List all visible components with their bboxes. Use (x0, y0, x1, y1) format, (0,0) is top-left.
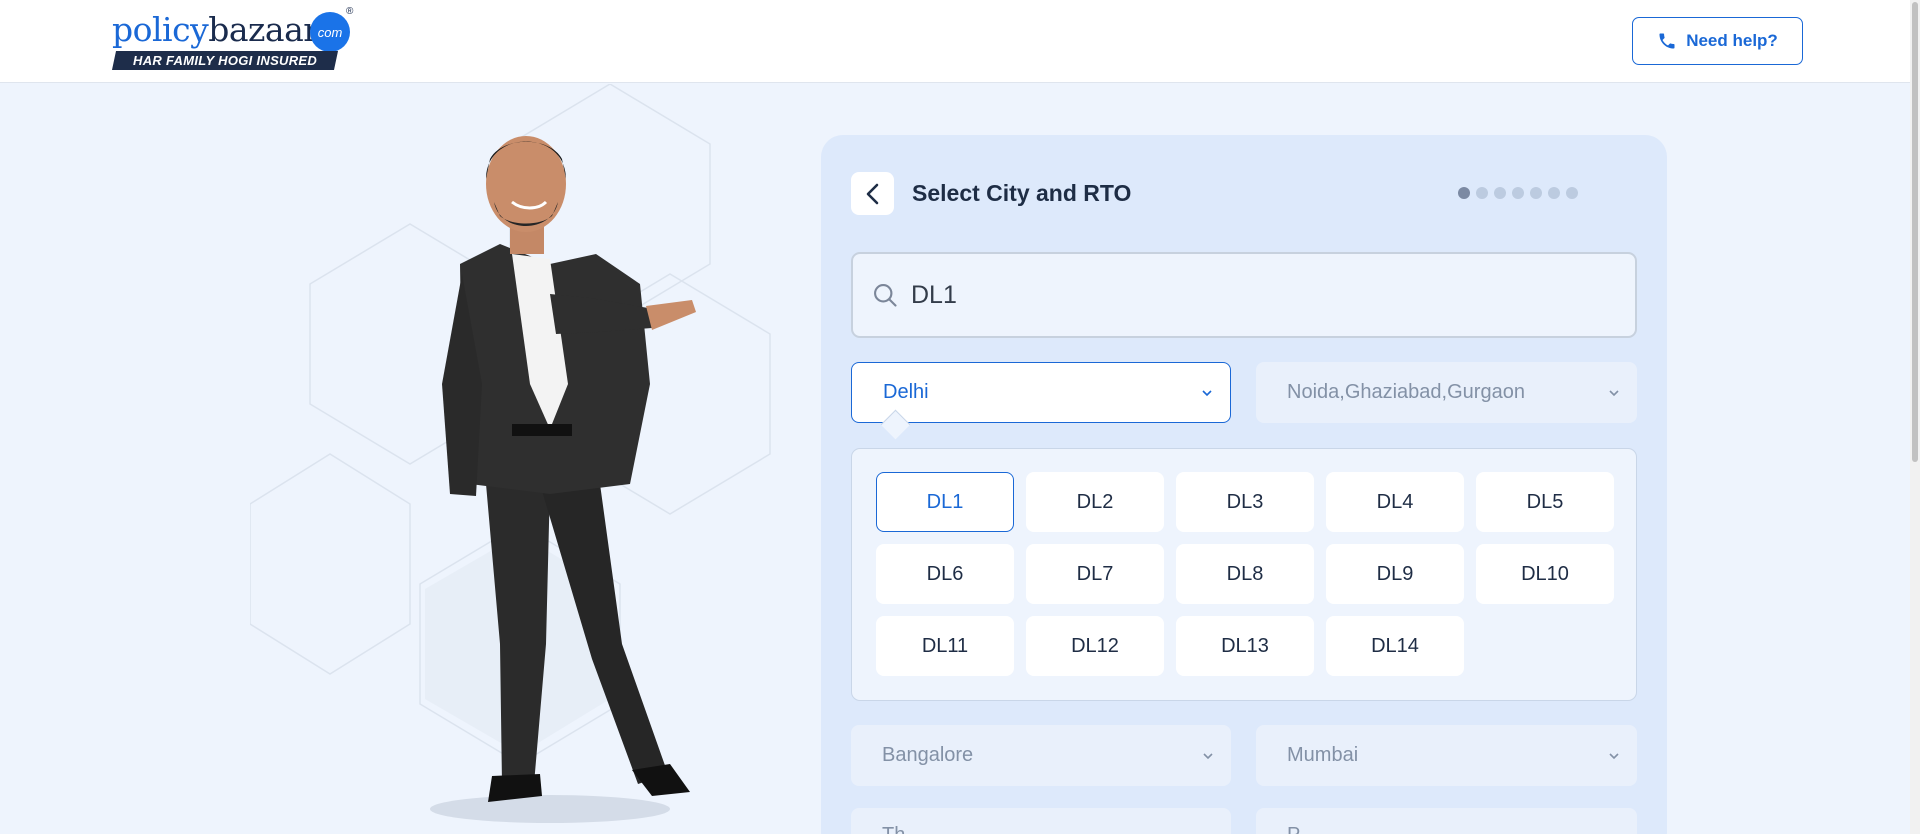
city-rto-card: Select City and RTO DL1 Delhi Noida,Ghaz… (821, 135, 1667, 834)
rto-option-dl9[interactable]: DL9 (1326, 544, 1464, 604)
need-help-label: Need help? (1686, 31, 1778, 50)
step-dot (1548, 187, 1560, 199)
city-dropdown-mumbai[interactable]: Mumbai (1256, 725, 1637, 786)
rto-option-dl1[interactable]: DL1 (876, 472, 1014, 532)
search-icon (874, 284, 897, 307)
city-label: Th... (882, 824, 922, 834)
step-dot (1512, 187, 1524, 199)
step-dot (1476, 187, 1488, 199)
need-help-button[interactable]: Need help? (1632, 17, 1803, 65)
logo-word-bazaar: bazaar (208, 10, 319, 49)
rto-option-dl3[interactable]: DL3 (1176, 472, 1314, 532)
search-value: DL1 (911, 280, 957, 309)
city-label: Delhi (883, 381, 929, 403)
logo-wordmark: policybazaar (112, 10, 319, 49)
scrollbar-thumb[interactable] (1912, 2, 1918, 462)
rto-option-dl11[interactable]: DL11 (876, 616, 1014, 676)
logo-word-policy: policy (112, 10, 209, 49)
step-dot (1494, 187, 1506, 199)
rto-option-dl7[interactable]: DL7 (1026, 544, 1164, 604)
hero-illustration (250, 84, 830, 834)
city-label: Mumbai (1287, 744, 1359, 766)
city-label: Noida,Ghaziabad,Gurgaon (1287, 381, 1525, 403)
rto-option-dl2[interactable]: DL2 (1026, 472, 1164, 532)
logo-tagline: HAR FAMILY HOGI INSURED (111, 51, 339, 70)
logo-tagline-text: HAR FAMILY HOGI INSURED (132, 53, 318, 68)
city-label: P... (1287, 824, 1314, 834)
city-dropdown-ncr[interactable]: Noida,Ghaziabad,Gurgaon (1256, 362, 1637, 423)
rto-option-dl5[interactable]: DL5 (1476, 472, 1614, 532)
step-dot (1566, 187, 1578, 199)
rto-option-dl14[interactable]: DL14 (1326, 616, 1464, 676)
step-dot (1458, 187, 1470, 199)
rto-option-dl10[interactable]: DL10 (1476, 544, 1614, 604)
rto-option-dl13[interactable]: DL13 (1176, 616, 1314, 676)
rto-option-dl12[interactable]: DL12 (1026, 616, 1164, 676)
spokesperson-illustration (250, 84, 771, 823)
city-dropdown-delhi[interactable]: Delhi (851, 362, 1231, 423)
page-title: Select City and RTO (912, 180, 1132, 206)
city-dropdown-partial-1[interactable]: Th... (851, 808, 1231, 834)
rto-option-dl6[interactable]: DL6 (876, 544, 1014, 604)
step-dot (1530, 187, 1542, 199)
chevron-down-icon (1609, 389, 1619, 396)
chevron-down-icon (1203, 752, 1213, 759)
step-progress (1458, 187, 1578, 199)
top-header: policybazaar com ® HAR FAMILY HOGI INSUR… (0, 0, 1920, 83)
phone-icon (1659, 33, 1675, 49)
city-dropdown-bangalore[interactable]: Bangalore (851, 725, 1231, 786)
chevron-down-icon (1609, 752, 1619, 759)
city-label: Bangalore (882, 744, 974, 766)
policybazaar-logo[interactable]: policybazaar com ® HAR FAMILY HOGI INSUR… (111, 6, 354, 73)
logo-com-badge: com (310, 12, 350, 52)
rto-search-input[interactable]: DL1 (851, 252, 1637, 338)
rto-grid: DL1 DL2 DL3 DL4 DL5 DL6 DL7 DL8 DL9 DL10 DL11 DL12 D… (876, 472, 1614, 676)
back-button[interactable] (851, 172, 894, 215)
rto-options-panel: DL1 DL2 DL3 DL4 DL5 DL6 DL7 DL8 DL9 DL10 DL11 DL12 D… (851, 448, 1637, 701)
rto-option-dl4[interactable]: DL4 (1326, 472, 1464, 532)
chevron-left-icon (866, 183, 878, 204)
rto-option-dl8[interactable]: DL8 (1176, 544, 1314, 604)
chevron-down-icon (1202, 389, 1212, 396)
logo-registered-mark: ® (346, 6, 354, 17)
city-dropdown-partial-2[interactable]: P... (1256, 808, 1637, 834)
